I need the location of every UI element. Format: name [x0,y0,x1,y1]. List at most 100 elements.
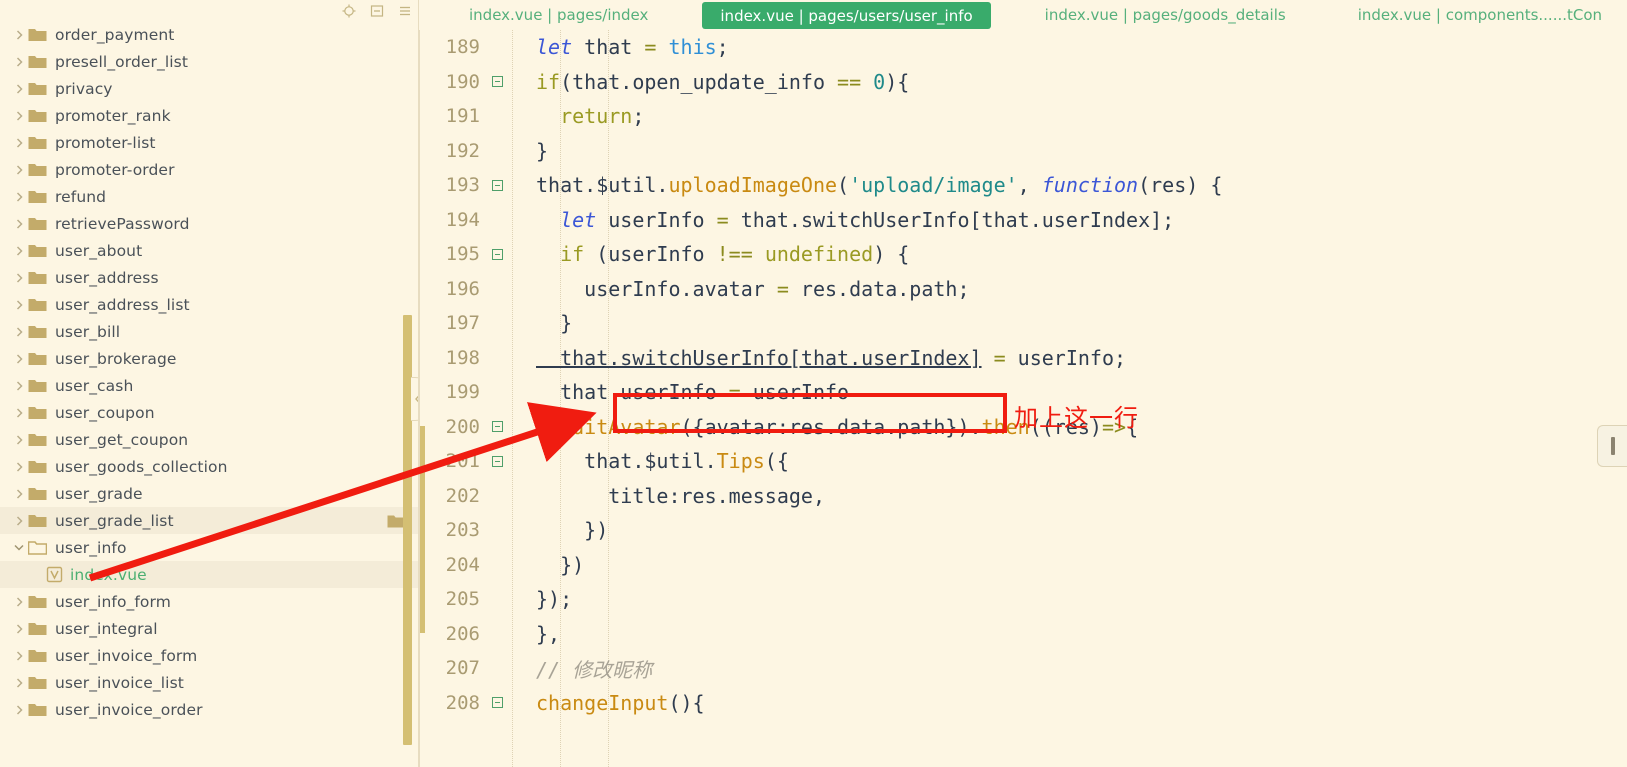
chevron-right-icon[interactable] [10,512,28,530]
editor-tab-1[interactable]: index.vue | pages/users/user_info [702,2,991,29]
code-line-201[interactable]: 201 that.$util.Tips({ [419,444,1627,479]
fold-toggle-icon[interactable] [484,76,510,88]
code-line-204[interactable]: 204 }) [419,548,1627,583]
code-text[interactable]: that.$util.uploadImageOne('upload/image'… [510,173,1627,197]
chevron-right-icon[interactable] [10,674,28,692]
tree-item-user-about[interactable]: user_about [0,237,418,264]
code-line-197[interactable]: 197 } [419,306,1627,341]
file-tree[interactable]: order_payment presell_order_list privacy pr… [0,21,418,767]
tree-item-promoter-rank[interactable]: promoter_rank [0,102,418,129]
code-line-198[interactable]: 198 that.switchUserInfo[that.userIndex] … [419,341,1627,376]
code-line-195[interactable]: 195 if (userInfo !== undefined) { [419,237,1627,272]
code-line-194[interactable]: 194 let userInfo = that.switchUserInfo[t… [419,203,1627,238]
code-text[interactable]: if (userInfo !== undefined) { [510,242,1627,266]
tree-item-user-brokerage[interactable]: user_brokerage [0,345,418,372]
code-text[interactable]: changeInput(){ [510,691,1627,715]
chevron-right-icon[interactable] [10,701,28,719]
chevron-right-icon[interactable] [10,26,28,44]
tree-item-user-get-coupon[interactable]: user_get_coupon [0,426,418,453]
code-line-193[interactable]: 193 that.$util.uploadImageOne('upload/ima… [419,168,1627,203]
tree-item-user-bill[interactable]: user_bill [0,318,418,345]
code-text[interactable]: userInfo.avatar = res.data.path; [510,277,1627,301]
code-text[interactable]: let that = this; [510,35,1627,59]
code-line-206[interactable]: 206}, [419,617,1627,652]
code-line-196[interactable]: 196 userInfo.avatar = res.data.path; [419,272,1627,307]
chevron-right-icon[interactable] [10,431,28,449]
right-panel-collapse-handle[interactable] [1597,425,1627,467]
tree-item-user-invoice-order[interactable]: user_invoice_order [0,696,418,723]
sidebar-collapse-handle[interactable] [411,377,418,421]
code-line-191[interactable]: 191 return; [419,99,1627,134]
tree-item-user-invoice-list[interactable]: user_invoice_list [0,669,418,696]
fold-toggle-icon[interactable] [484,455,510,467]
code-line-203[interactable]: 203 }) [419,513,1627,548]
code-line-190[interactable]: 190 if(that.open_update_info == 0){ [419,65,1627,100]
code-text[interactable]: // 修改昵称 [510,654,1627,683]
chevron-right-icon[interactable] [10,161,28,179]
code-line-192[interactable]: 192} [419,134,1627,169]
code-line-207[interactable]: 207 // 修改昵称 [419,651,1627,686]
menu-icon[interactable] [398,4,412,18]
code-text[interactable]: }) [510,553,1627,577]
code-lines[interactable]: 189 let that = this; 190 if(that.open_updat… [419,30,1627,720]
code-line-189[interactable]: 189 let that = this; [419,30,1627,65]
tree-item-user-goods-collection[interactable]: user_goods_collection [0,453,418,480]
tree-item-user-address-list[interactable]: user_address_list [0,291,418,318]
fold-toggle-icon[interactable] [484,248,510,260]
code-text[interactable]: that.switchUserInfo[that.userIndex] = us… [510,346,1627,370]
chevron-right-icon[interactable] [10,215,28,233]
code-text[interactable]: let userInfo = that.switchUserInfo[that.… [510,208,1627,232]
editor-tab-0[interactable]: index.vue | pages/index [451,0,666,30]
code-text[interactable]: }) [510,518,1627,542]
tree-item-order-payment[interactable]: order_payment [0,21,418,48]
tree-item-user-info[interactable]: user_info [0,534,418,561]
fold-toggle-icon[interactable] [484,421,510,433]
tree-item-retrievepassword[interactable]: retrievePassword [0,210,418,237]
chevron-right-icon[interactable] [10,53,28,71]
code-line-202[interactable]: 202 title:res.message, [419,479,1627,514]
editor-tab-2[interactable]: index.vue | pages/goods_details [1027,0,1304,30]
code-line-205[interactable]: 205}); [419,582,1627,617]
code-text[interactable]: if(that.open_update_info == 0){ [510,70,1627,94]
tree-item-user-address[interactable]: user_address [0,264,418,291]
tree-item-index-vue[interactable]: index.vue [0,561,418,588]
tree-item-user-info-form[interactable]: user_info_form [0,588,418,615]
chevron-right-icon[interactable] [10,134,28,152]
tree-item-user-invoice-form[interactable]: user_invoice_form [0,642,418,669]
tree-item-promoter-order[interactable]: promoter-order [0,156,418,183]
chevron-right-icon[interactable] [10,647,28,665]
tree-item-user-grade[interactable]: user_grade [0,480,418,507]
code-text[interactable]: }, [510,622,1627,646]
chevron-right-icon[interactable] [10,458,28,476]
chevron-right-icon[interactable] [10,242,28,260]
chevron-right-icon[interactable] [10,296,28,314]
chevron-down-icon[interactable] [10,539,28,557]
tree-item-promoter-list[interactable]: promoter-list [0,129,418,156]
collapse-all-icon[interactable] [370,4,384,18]
code-line-208[interactable]: 208 changeInput(){ [419,686,1627,721]
chevron-right-icon[interactable] [10,620,28,638]
code-text[interactable]: }); [510,587,1627,611]
editor-tab-3[interactable]: index.vue | components......tCon [1340,0,1620,30]
chevron-right-icon[interactable] [10,323,28,341]
tree-item-user-cash[interactable]: user_cash [0,372,418,399]
chevron-right-icon[interactable] [10,485,28,503]
code-text[interactable]: } [510,139,1627,163]
chevron-right-icon[interactable] [10,269,28,287]
code-text[interactable]: return; [510,104,1627,128]
tree-item-presell-order-list[interactable]: presell_order_list [0,48,418,75]
tree-item-user-integral[interactable]: user_integral [0,615,418,642]
chevron-right-icon[interactable] [10,404,28,422]
tree-item-privacy[interactable]: privacy [0,75,418,102]
code-text[interactable]: } [510,311,1627,335]
chevron-right-icon[interactable] [10,80,28,98]
editor-tabbar[interactable]: index.vue | pages/index index.vue | pages… [419,0,1627,30]
fold-toggle-icon[interactable] [484,697,510,709]
chevron-right-icon[interactable] [10,377,28,395]
tree-item-user-grade-list[interactable]: user_grade_list [0,507,418,534]
tree-item-refund[interactable]: refund [0,183,418,210]
fold-toggle-icon[interactable] [484,179,510,191]
chevron-right-icon[interactable] [10,188,28,206]
tree-item-user-coupon[interactable]: user_coupon [0,399,418,426]
locate-file-icon[interactable] [342,4,356,18]
